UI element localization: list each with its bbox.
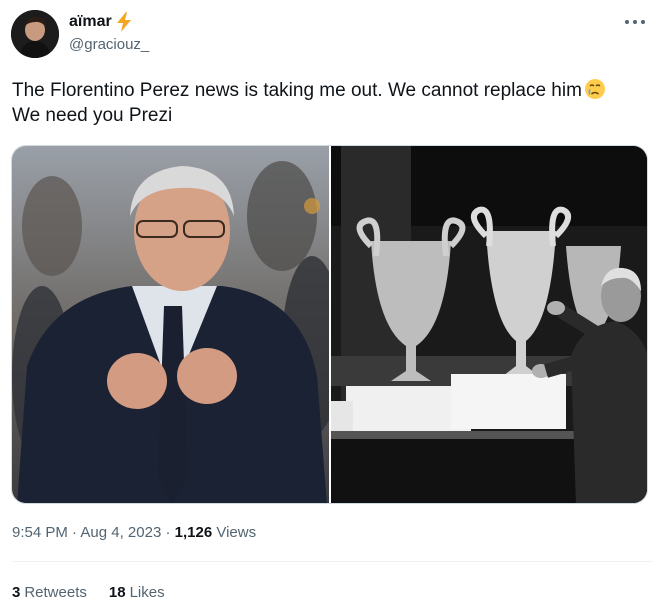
tweet-text: The Florentino Perez news is taking me o… xyxy=(12,78,642,128)
photo-portrait[interactable] xyxy=(12,146,329,503)
crying-face-icon xyxy=(584,79,605,99)
tweet-line-2: We need you Prezi xyxy=(12,105,173,126)
views-count: 1,126 xyxy=(174,524,213,541)
meta-separator-2: · xyxy=(161,524,175,541)
tweet-stats: 3 Retweets 18 Likes xyxy=(12,584,165,601)
views-label: Views xyxy=(216,524,257,541)
trophies-image xyxy=(330,146,647,503)
tweet-line-1: The Florentino Perez news is taking me o… xyxy=(12,78,642,103)
lightning-bolt-icon xyxy=(116,12,131,32)
avatar-image xyxy=(11,10,59,58)
retweets-count: 3 xyxy=(12,584,21,601)
likes-label: Likes xyxy=(129,584,165,601)
author-handle[interactable]: @graciouz_ xyxy=(69,36,149,53)
photo-trophies[interactable] xyxy=(330,146,647,503)
author-name[interactable]: aïmar xyxy=(69,12,132,32)
tweet-meta: 9:54 PM · Aug 4, 2023 · 1,126 Views xyxy=(12,524,256,541)
retweets-stat[interactable]: 3 Retweets xyxy=(12,584,87,601)
display-name[interactable]: aïmar xyxy=(69,13,112,31)
tweet-time[interactable]: 9:54 PM xyxy=(12,524,68,541)
likes-count: 18 xyxy=(108,584,126,601)
retweets-label: Retweets xyxy=(24,584,87,601)
more-options-icon[interactable] xyxy=(625,14,645,30)
likes-stat[interactable]: 18 Likes xyxy=(109,584,165,601)
tweet-media[interactable] xyxy=(11,145,648,504)
divider xyxy=(12,561,653,562)
meta-separator: · xyxy=(67,524,81,541)
tweet-date[interactable]: Aug 4, 2023 xyxy=(80,524,161,541)
portrait-image xyxy=(12,146,329,503)
avatar[interactable] xyxy=(11,10,59,58)
